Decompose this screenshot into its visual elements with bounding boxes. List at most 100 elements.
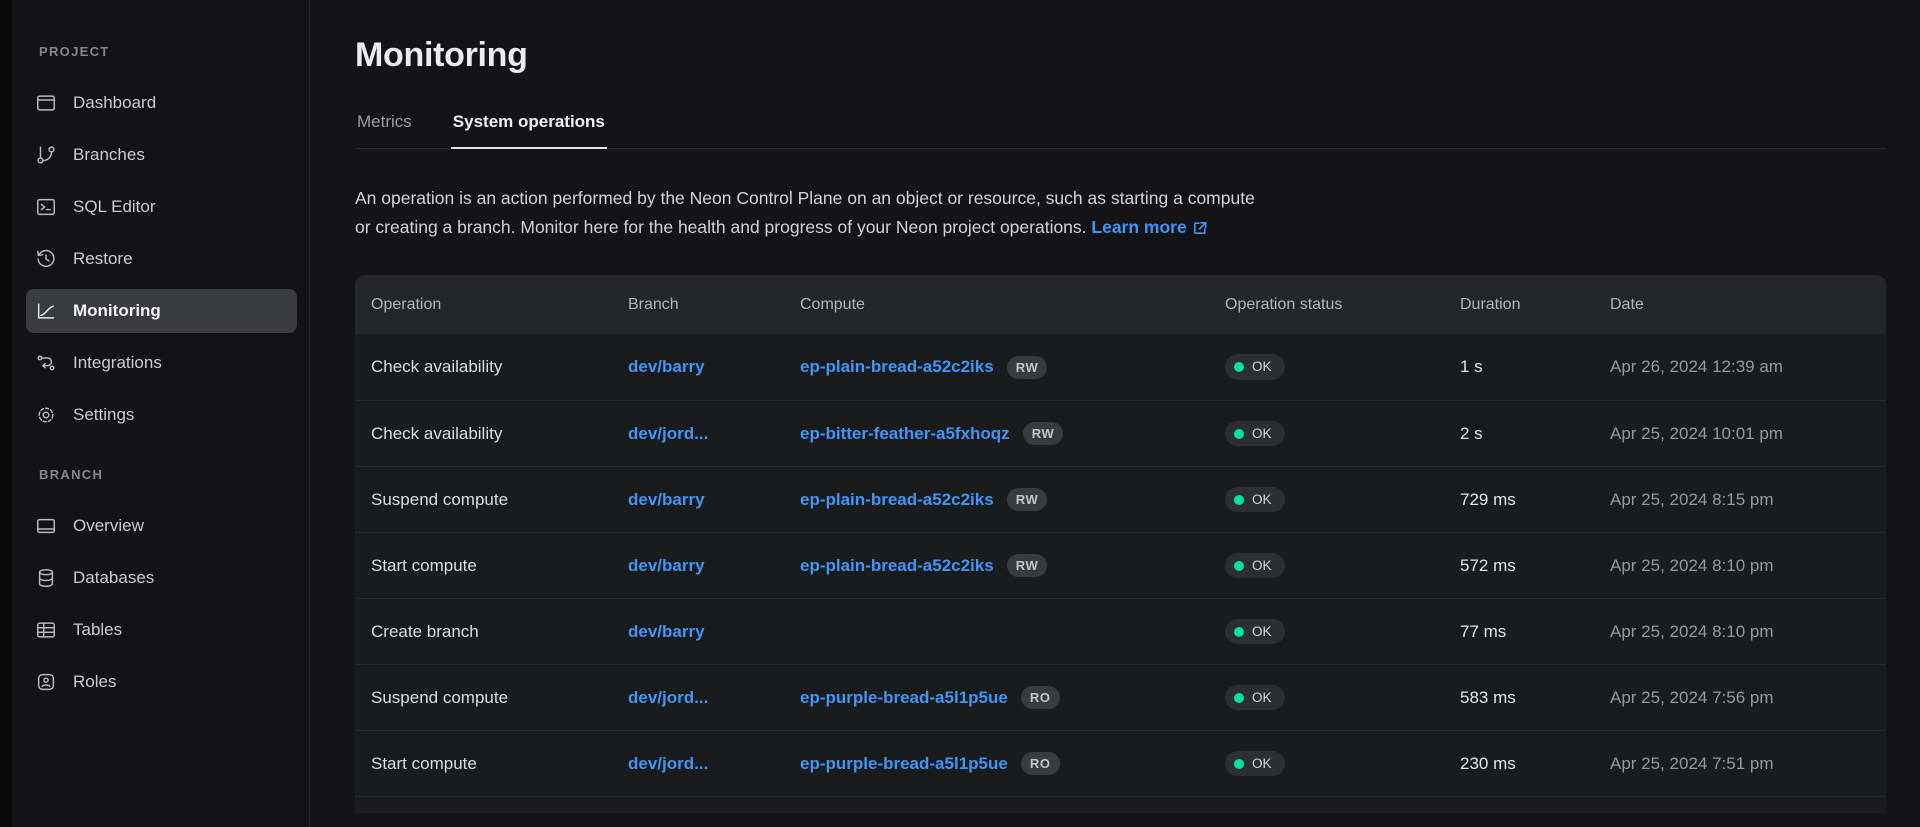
column-header-date: Date xyxy=(1610,296,1870,314)
tables-icon xyxy=(35,619,57,641)
description-line-2: or creating a branch. Monitor here for t… xyxy=(355,217,1087,237)
restore-icon xyxy=(35,248,57,270)
table-row: Suspend compute dev/jord... ep-purple-br… xyxy=(355,664,1886,730)
status-badge: OK xyxy=(1225,685,1285,711)
status-label: OK xyxy=(1252,757,1272,771)
operation-cell: Start compute xyxy=(371,754,628,774)
compute-access-badge: RO xyxy=(1021,752,1060,775)
table-row: Check availability dev/barry ep-plain-br… xyxy=(355,334,1886,400)
sidebar-item-label: Dashboard xyxy=(73,93,156,113)
branch-link[interactable]: dev/jord... xyxy=(628,688,708,707)
description-line-1: An operation is an action performed by t… xyxy=(355,188,1255,208)
date-cell: Apr 25, 2024 8:10 pm xyxy=(1610,556,1870,576)
branch-link[interactable]: dev/barry xyxy=(628,357,705,376)
sidebar-item-label: Branches xyxy=(73,145,145,165)
roles-icon xyxy=(35,671,57,693)
duration-cell: 729 ms xyxy=(1460,490,1610,510)
table-row-partial xyxy=(355,796,1886,813)
sidebar-section-label: BRANCH xyxy=(26,467,297,482)
compute-access-badge: RW xyxy=(1007,356,1048,379)
date-cell: Apr 25, 2024 8:10 pm xyxy=(1610,622,1870,642)
integrations-icon xyxy=(35,352,57,374)
branch-link[interactable]: dev/barry xyxy=(628,556,705,575)
operation-cell: Suspend compute xyxy=(371,688,628,708)
compute-access-badge: RW xyxy=(1023,422,1064,445)
status-label: OK xyxy=(1252,691,1272,705)
status-ok-dot xyxy=(1234,495,1244,505)
status-badge: OK xyxy=(1225,751,1285,777)
tab-metrics[interactable]: Metrics xyxy=(355,106,414,149)
duration-cell: 230 ms xyxy=(1460,754,1610,774)
learn-more-link[interactable]: Learn more xyxy=(1091,213,1207,242)
tab-bar: Metrics System operations xyxy=(355,106,1886,149)
dashboard-icon xyxy=(35,92,57,114)
sidebar-item-databases[interactable]: Databases xyxy=(26,556,297,600)
databases-icon xyxy=(35,567,57,589)
sidebar-item-integrations[interactable]: Integrations xyxy=(26,341,297,385)
sidebar-item-label: SQL Editor xyxy=(73,197,156,217)
operation-cell: Start compute xyxy=(371,556,628,576)
compute-link[interactable]: ep-bitter-feather-a5fxhoqz xyxy=(800,424,1010,444)
sidebar-section-label: PROJECT xyxy=(26,44,297,59)
page-title: Monitoring xyxy=(355,36,1886,75)
duration-cell: 572 ms xyxy=(1460,556,1610,576)
operation-cell: Check availability xyxy=(371,357,628,377)
status-label: OK xyxy=(1252,360,1272,374)
main-content: Monitoring Metrics System operations An o… xyxy=(311,0,1920,827)
sidebar-item-dashboard[interactable]: Dashboard xyxy=(26,81,297,125)
sidebar-item-settings[interactable]: Settings xyxy=(26,393,297,437)
operation-cell: Suspend compute xyxy=(371,490,628,510)
compute-access-badge: RO xyxy=(1021,686,1060,709)
column-header-branch: Branch xyxy=(628,296,800,314)
compute-link[interactable]: ep-plain-bread-a52c2iks xyxy=(800,490,994,510)
table-row: Create branch dev/barry OK 77 ms Apr 25,… xyxy=(355,598,1886,664)
operation-cell: Check availability xyxy=(371,424,628,444)
description: An operation is an action performed by t… xyxy=(355,184,1886,241)
status-badge: OK xyxy=(1225,421,1285,447)
operation-cell: Create branch xyxy=(371,622,628,642)
status-ok-dot xyxy=(1234,627,1244,637)
status-badge: OK xyxy=(1225,354,1285,380)
column-header-operation-status: Operation status xyxy=(1225,296,1460,314)
sidebar-section: PROJECT Dashboard Branches SQL Editor Re… xyxy=(26,44,297,437)
external-link-icon xyxy=(1192,220,1208,236)
column-header-compute: Compute xyxy=(800,296,1225,314)
duration-cell: 583 ms xyxy=(1460,688,1610,708)
branch-link[interactable]: dev/barry xyxy=(628,622,705,641)
window-edge-strip xyxy=(0,0,12,827)
date-cell: Apr 25, 2024 7:51 pm xyxy=(1610,754,1870,774)
compute-link[interactable]: ep-purple-bread-a5l1p5ue xyxy=(800,754,1008,774)
sidebar-item-label: Restore xyxy=(73,249,133,269)
status-ok-dot xyxy=(1234,561,1244,571)
column-header-operation: Operation xyxy=(371,296,628,314)
date-cell: Apr 25, 2024 7:56 pm xyxy=(1610,688,1870,708)
status-label: OK xyxy=(1252,427,1272,441)
sidebar-item-sql-editor[interactable]: SQL Editor xyxy=(26,185,297,229)
sidebar-item-overview[interactable]: Overview xyxy=(26,504,297,548)
date-cell: Apr 26, 2024 12:39 am xyxy=(1610,357,1870,377)
sidebar-item-monitoring[interactable]: Monitoring xyxy=(26,289,297,333)
branch-link[interactable]: dev/jord... xyxy=(628,424,708,443)
status-ok-dot xyxy=(1234,429,1244,439)
settings-icon xyxy=(35,404,57,426)
status-ok-dot xyxy=(1234,759,1244,769)
sidebar-item-branches[interactable]: Branches xyxy=(26,133,297,177)
tab-system-operations[interactable]: System operations xyxy=(451,106,607,149)
monitoring-icon xyxy=(35,300,57,322)
branch-link[interactable]: dev/barry xyxy=(628,490,705,509)
branch-link[interactable]: dev/jord... xyxy=(628,754,708,773)
duration-cell: 2 s xyxy=(1460,424,1610,444)
sidebar-item-roles[interactable]: Roles xyxy=(26,660,297,704)
table-header-row: Operation Branch Compute Operation statu… xyxy=(355,275,1886,334)
sidebar-item-restore[interactable]: Restore xyxy=(26,237,297,281)
duration-cell: 1 s xyxy=(1460,357,1610,377)
status-label: OK xyxy=(1252,625,1272,639)
compute-link[interactable]: ep-purple-bread-a5l1p5ue xyxy=(800,688,1008,708)
table-row: Check availability dev/jord... ep-bitter… xyxy=(355,400,1886,466)
compute-link[interactable]: ep-plain-bread-a52c2iks xyxy=(800,357,994,377)
compute-link[interactable]: ep-plain-bread-a52c2iks xyxy=(800,556,994,576)
sidebar-item-label: Settings xyxy=(73,405,134,425)
sidebar-item-label: Databases xyxy=(73,568,154,588)
status-label: OK xyxy=(1252,493,1272,507)
sidebar-item-tables[interactable]: Tables xyxy=(26,608,297,652)
